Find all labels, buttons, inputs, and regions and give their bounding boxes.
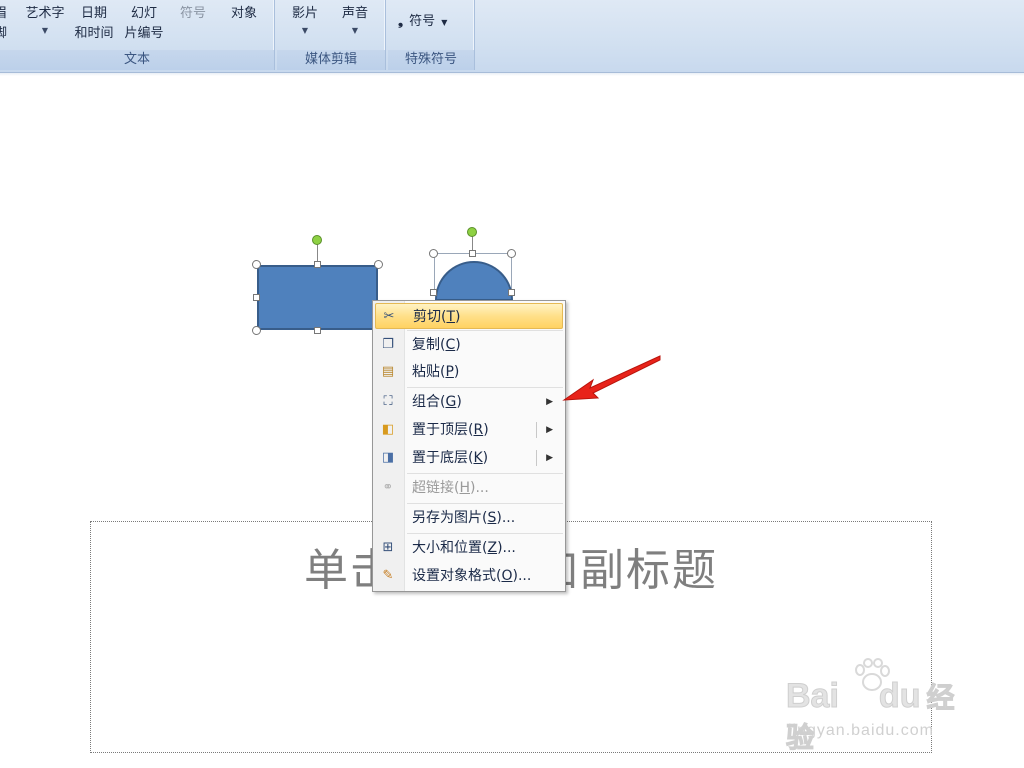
menu-item-paste[interactable]: ▤ 粘贴(P) bbox=[375, 359, 563, 385]
submenu-arrow-icon: ▶ bbox=[546, 397, 553, 407]
format-object-icon: ✎ bbox=[382, 568, 394, 583]
menu-separator bbox=[407, 503, 563, 504]
scissors-icon: ✂ bbox=[383, 309, 395, 324]
datetime-line1: 日期 bbox=[80, 6, 107, 21]
context-menu: ✂ 剪切(T) ❐ 复制(C) ▤ 粘贴(P) ⛶ 组合(G) ▶ ◧ 置于顶层… bbox=[372, 300, 566, 592]
menu-item-format-object[interactable]: ✎ 设置对象格式(O)... bbox=[375, 563, 563, 589]
chevron-down-icon: ▼ bbox=[41, 26, 49, 35]
menu-item-label: 剪切(T) bbox=[413, 309, 461, 325]
special-symbol-button[interactable]: ❟ 符号 ▼ bbox=[398, 12, 464, 33]
copy-icon: ❐ bbox=[382, 337, 394, 352]
menu-item-size-position[interactable]: ⊞ 大小和位置(Z)... bbox=[375, 535, 563, 561]
resize-handle-t-2[interactable] bbox=[469, 250, 476, 257]
size-position-icon: ⊞ bbox=[382, 540, 394, 555]
menu-item-cut[interactable]: ✂ 剪切(T) bbox=[375, 303, 563, 329]
submenu-arrow-icon: ▶ bbox=[546, 425, 553, 435]
slide-number-line2: 片编号 bbox=[124, 26, 164, 41]
wordart-button[interactable]: 艺术字 ▼ bbox=[22, 4, 68, 38]
split-separator bbox=[536, 450, 537, 466]
comma-icon: ❟ bbox=[398, 14, 404, 29]
sound-button[interactable]: 声音 ▼ bbox=[337, 4, 373, 38]
symbol-label: 符号 bbox=[179, 6, 206, 21]
slide-number-button[interactable]: 幻灯 片编号 bbox=[120, 4, 168, 44]
resize-handle-l[interactable] bbox=[253, 294, 260, 301]
watermark-logo: Bai du 经验 bbox=[785, 677, 955, 754]
menu-item-label: 粘贴(P) bbox=[412, 364, 460, 380]
baidu-jingyan-watermark: Bai du 经验 jingyan.baidu.com bbox=[782, 658, 982, 754]
rectangle-shape[interactable] bbox=[257, 265, 378, 330]
movie-label: 影片 bbox=[291, 6, 318, 21]
resize-handle-tl[interactable] bbox=[252, 260, 261, 269]
menu-item-hyperlink: ⚭ 超链接(H)... bbox=[375, 475, 563, 501]
menu-item-send-to-back[interactable]: ◨ 置于底层(K) ▶ bbox=[375, 445, 563, 471]
header-footer-line2: 脚 bbox=[0, 26, 8, 41]
header-footer-button[interactable]: 眉 脚 bbox=[0, 4, 14, 44]
ribbon-group-special: ❟ 符号 ▼ 特殊符号 bbox=[388, 0, 475, 70]
menu-separator bbox=[407, 533, 563, 534]
object-button[interactable]: 对象 bbox=[226, 4, 262, 24]
movie-button[interactable]: 影片 ▼ bbox=[287, 4, 323, 38]
menu-item-bring-to-front[interactable]: ◧ 置于顶层(R) ▶ bbox=[375, 417, 563, 443]
menu-item-label: 另存为图片(S)... bbox=[412, 510, 516, 526]
split-separator bbox=[536, 422, 537, 438]
datetime-button[interactable]: 日期 和时间 bbox=[70, 4, 118, 44]
ribbon-group-label-text: 文本 bbox=[0, 50, 274, 70]
special-symbol-label: 符号 bbox=[409, 14, 436, 29]
object-label: 对象 bbox=[230, 6, 257, 21]
semicircle-shape[interactable] bbox=[434, 255, 514, 301]
ribbon-group-label-special: 特殊符号 bbox=[388, 50, 474, 70]
resize-handle-r-2[interactable] bbox=[508, 289, 515, 296]
chevron-down-icon: ▼ bbox=[351, 26, 359, 35]
datetime-line2: 和时间 bbox=[74, 26, 114, 41]
menu-item-label: 复制(C) bbox=[412, 337, 461, 353]
ribbon-group-label-media: 媒体剪辑 bbox=[277, 50, 385, 70]
resize-handle-bl[interactable] bbox=[252, 326, 261, 335]
menu-item-copy[interactable]: ❐ 复制(C) bbox=[375, 332, 563, 358]
ribbon-group-text: 眉 脚 艺术字 ▼ 日期 和时间 幻灯 片编号 符号 对象 文本 bbox=[0, 0, 275, 70]
menu-item-save-as-picture[interactable]: 另存为图片(S)... bbox=[375, 505, 563, 531]
symbol-button-disabled[interactable]: 符号 bbox=[176, 4, 210, 24]
menu-item-label: 组合(G) bbox=[412, 394, 462, 410]
header-footer-line1: 眉 bbox=[0, 6, 8, 21]
paste-icon: ▤ bbox=[381, 364, 395, 379]
menu-item-group[interactable]: ⛶ 组合(G) ▶ bbox=[375, 389, 563, 415]
slide-number-line1: 幻灯 bbox=[130, 6, 157, 21]
red-arrow-annotation bbox=[562, 355, 661, 401]
submenu-arrow-icon: ▶ bbox=[546, 453, 553, 463]
resize-handle-tl-2[interactable] bbox=[429, 249, 438, 258]
hyperlink-icon: ⚭ bbox=[382, 480, 394, 495]
send-to-back-icon: ◨ bbox=[381, 450, 395, 465]
resize-handle-tr[interactable] bbox=[374, 260, 383, 269]
sound-label: 声音 bbox=[341, 6, 368, 21]
resize-handle-t[interactable] bbox=[314, 261, 321, 268]
ribbon: 眉 脚 艺术字 ▼ 日期 和时间 幻灯 片编号 符号 对象 文本 影片 ▼ 声音 bbox=[0, 0, 1024, 76]
chevron-down-icon: ▼ bbox=[441, 18, 448, 27]
resize-handle-tr-2[interactable] bbox=[507, 249, 516, 258]
menu-item-label: 置于顶层(R) bbox=[412, 422, 489, 438]
rotation-handle[interactable] bbox=[312, 235, 322, 245]
wordart-label: 艺术字 bbox=[25, 6, 65, 21]
bring-to-front-icon: ◧ bbox=[381, 422, 395, 437]
menu-item-label: 置于底层(K) bbox=[412, 450, 489, 466]
ribbon-group-media: 影片 ▼ 声音 ▼ 媒体剪辑 bbox=[277, 0, 386, 70]
menu-item-label: 大小和位置(Z)... bbox=[412, 540, 516, 556]
resize-handle-b[interactable] bbox=[314, 327, 321, 334]
group-icon: ⛶ bbox=[383, 394, 393, 409]
menu-item-label: 设置对象格式(O)... bbox=[412, 568, 532, 584]
menu-separator bbox=[407, 387, 563, 388]
chevron-down-icon: ▼ bbox=[301, 26, 309, 35]
menu-separator bbox=[407, 330, 563, 331]
menu-separator bbox=[407, 473, 563, 474]
watermark-url: jingyan.baidu.com bbox=[788, 722, 934, 739]
cropped-button-top bbox=[398, 0, 468, 1]
menu-item-label: 超链接(H)... bbox=[412, 480, 489, 496]
rotation-handle-2[interactable] bbox=[467, 227, 477, 237]
resize-handle-l-2[interactable] bbox=[430, 289, 437, 296]
